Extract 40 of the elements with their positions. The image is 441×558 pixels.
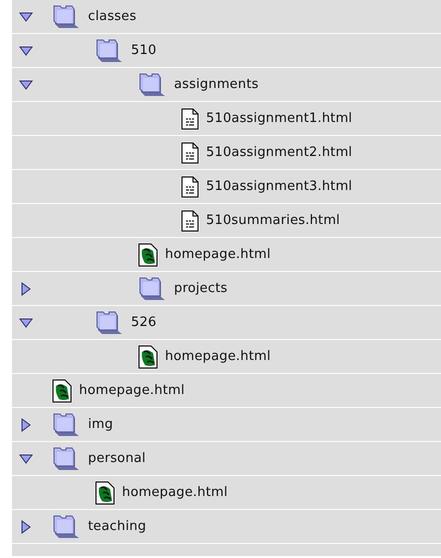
file-name[interactable]: 510assignment3.html	[206, 179, 352, 194]
file-name[interactable]: personal	[88, 451, 146, 466]
folder-icon	[52, 514, 81, 540]
web-page-icon	[138, 344, 158, 368]
disclosure-triangle-icon[interactable]	[21, 282, 31, 296]
web-page-icon	[52, 378, 72, 402]
file-name[interactable]: 510assignment2.html	[206, 145, 352, 160]
disclosure-triangle-icon[interactable]	[19, 12, 33, 22]
file-name[interactable]: teaching	[88, 519, 146, 534]
document-icon	[181, 142, 199, 164]
file-name[interactable]: classes	[88, 9, 136, 24]
file-name[interactable]: assignments	[174, 77, 259, 92]
file-name[interactable]: homepage.html	[79, 383, 185, 398]
document-icon	[181, 210, 199, 232]
file-name[interactable]: homepage.html	[165, 349, 271, 364]
file-name[interactable]: img	[88, 417, 114, 432]
file-name[interactable]: 510summaries.html	[206, 213, 340, 228]
web-page-icon	[95, 480, 115, 504]
folder-icon	[52, 4, 81, 30]
disclosure-triangle-icon[interactable]	[19, 454, 33, 464]
disclosure-triangle-icon[interactable]	[19, 46, 33, 56]
web-page-icon	[138, 242, 158, 266]
disclosure-triangle-icon[interactable]	[19, 80, 33, 90]
file-name[interactable]: homepage.html	[122, 485, 228, 500]
folder-icon	[138, 72, 167, 98]
document-icon	[181, 108, 199, 130]
file-name[interactable]: 526	[131, 315, 156, 330]
file-name[interactable]: homepage.html	[165, 247, 271, 262]
folder-icon	[52, 412, 81, 438]
disclosure-triangle-icon[interactable]	[19, 318, 33, 328]
file-name[interactable]: 510	[131, 43, 156, 58]
file-name[interactable]: 510assignment1.html	[206, 111, 352, 126]
folder-icon	[95, 310, 124, 336]
file-name[interactable]: projects	[174, 281, 228, 296]
disclosure-triangle-icon[interactable]	[21, 520, 31, 534]
folder-icon	[52, 446, 81, 472]
document-icon	[181, 176, 199, 198]
disclosure-triangle-icon[interactable]	[21, 418, 31, 432]
folder-icon	[138, 276, 167, 302]
folder-icon	[95, 38, 124, 64]
